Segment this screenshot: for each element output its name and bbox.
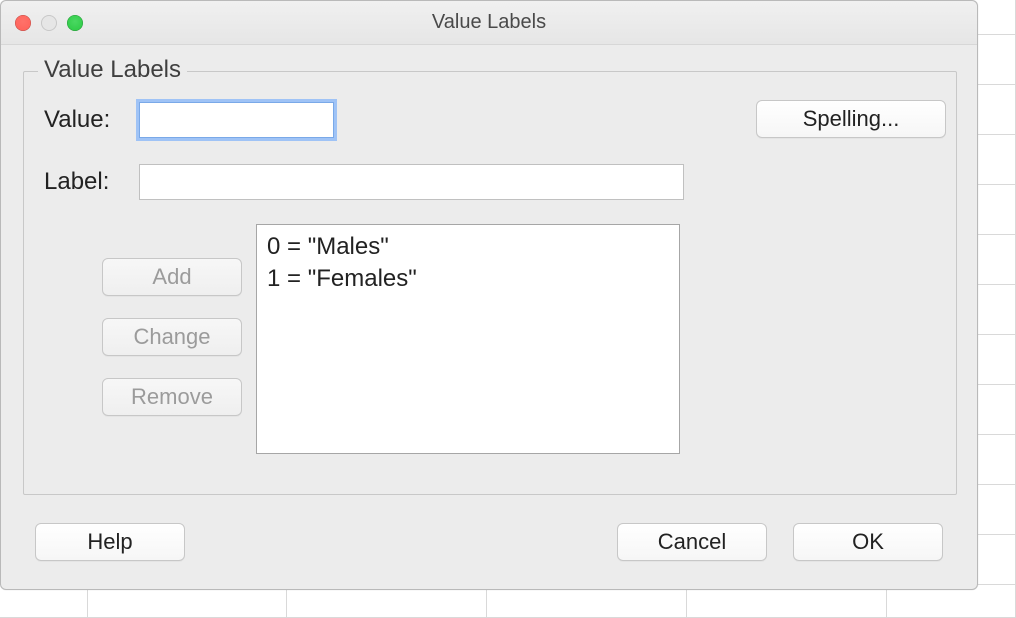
- value-label: Value:: [44, 106, 139, 134]
- help-button[interactable]: Help: [35, 523, 185, 561]
- label-label: Label:: [44, 168, 139, 196]
- label-row: Label:: [44, 164, 684, 200]
- window-title: Value Labels: [1, 11, 977, 34]
- add-button[interactable]: Add: [102, 258, 242, 296]
- ok-button[interactable]: OK: [793, 523, 943, 561]
- group-legend: Value Labels: [38, 56, 187, 84]
- remove-button[interactable]: Remove: [102, 378, 242, 416]
- cancel-button[interactable]: Cancel: [617, 523, 767, 561]
- value-input[interactable]: [139, 102, 334, 138]
- list-item[interactable]: 1 = "Females": [267, 263, 669, 295]
- value-labels-listbox[interactable]: 0 = "Males"1 = "Females": [256, 224, 680, 454]
- value-labels-dialog: Value Labels Value Labels Value: Spellin…: [0, 0, 978, 590]
- change-button[interactable]: Change: [102, 318, 242, 356]
- spelling-button[interactable]: Spelling...: [756, 100, 946, 138]
- dialog-bottom-row: Help Cancel OK: [35, 523, 943, 561]
- actions-column: Add Change Remove: [102, 258, 242, 416]
- titlebar: Value Labels: [1, 1, 977, 45]
- label-input[interactable]: [139, 164, 684, 200]
- value-row: Value:: [44, 102, 334, 138]
- list-item[interactable]: 0 = "Males": [267, 231, 669, 263]
- value-labels-group: Value Labels Value: Spelling... Label: A…: [23, 71, 957, 495]
